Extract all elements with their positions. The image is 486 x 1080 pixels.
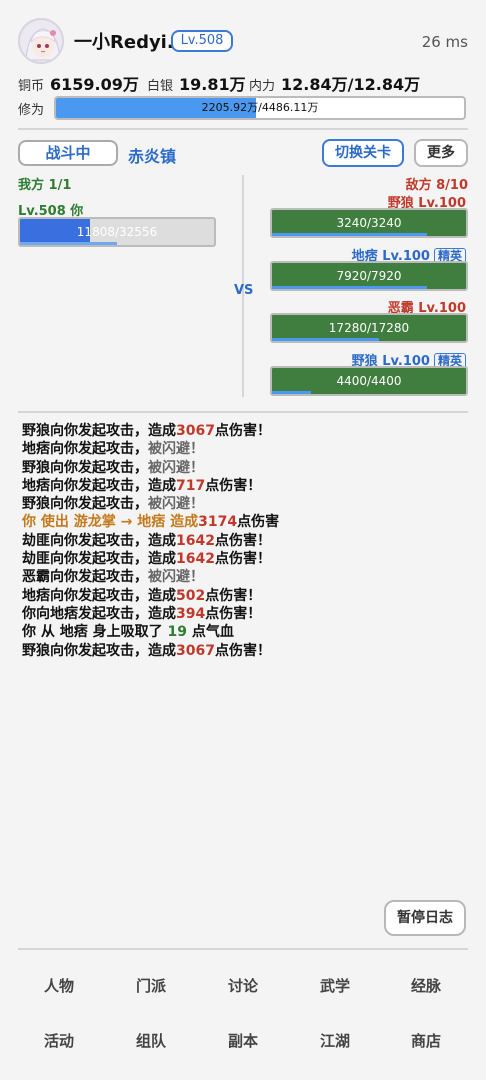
avatar[interactable]: [18, 18, 64, 64]
log-line: 劫匪向你发起攻击，造成1642点伤害！: [22, 550, 462, 568]
ally-hp-text: 11808/32556: [76, 225, 158, 239]
log-segment: 恶霸向你发起攻击，: [22, 569, 148, 586]
log-segment: 点伤害！: [205, 587, 262, 604]
enemy-hp-text: 3240/3240: [336, 216, 402, 230]
log-segment: 点气血: [186, 624, 234, 641]
log-line: 地痞向你发起攻击，造成717点伤害！: [22, 477, 462, 495]
battle-log: 野狼向你发起攻击，造成3067点伤害！ 地痞向你发起攻击，被闪避！ 野狼向你发起攻击…: [22, 422, 462, 660]
vs-label: VS: [234, 283, 254, 298]
log-segment: 被闪避！: [148, 441, 204, 458]
log-line: 地痞向你发起攻击，被闪避！: [22, 440, 462, 458]
switch-stage-button[interactable]: 切换关卡: [322, 139, 404, 167]
header-divider: [18, 128, 468, 130]
log-segment: 地痞向你发起攻击，: [22, 441, 148, 458]
enemy-hp-bar[interactable]: 3240/3240: [270, 208, 468, 238]
cultivation-label: 修为: [18, 103, 45, 118]
enemy-count: 敌方 8/10: [405, 178, 468, 193]
log-segment: 点伤害！: [214, 532, 271, 549]
log-segment: 3067: [176, 423, 215, 439]
level-badge: Lv.508: [171, 30, 233, 52]
log-segment: 野狼向你发起攻击，造成: [22, 642, 176, 659]
log-segment: 点伤害: [237, 514, 280, 531]
copper-label: 铜币: [18, 79, 45, 94]
log-line: 你 从 地痞 身上吸取了 19 点气血: [22, 623, 462, 641]
log-segment: 被闪避！: [148, 569, 204, 586]
nav-item-row1-2[interactable]: 讨论: [203, 975, 283, 996]
log-segment: 点伤害！: [214, 423, 271, 439]
log-line: 你 使出 游龙掌 → 地痞 造成3174点伤害: [22, 513, 462, 531]
log-segment: 1642: [176, 532, 215, 549]
log-segment: 394: [176, 605, 206, 622]
enemy-hp-text: 17280/17280: [328, 321, 410, 335]
log-segment: 1642: [176, 551, 215, 568]
log-segment: 野狼向你发起攻击，造成: [22, 423, 176, 439]
nav-item-row2-0[interactable]: 活动: [19, 1030, 99, 1051]
log-segment: 被闪避！: [148, 459, 204, 476]
latency-indicator: 26 ms: [421, 33, 468, 51]
log-line: 劫匪向你发起攻击，造成1642点伤害！: [22, 532, 462, 550]
pause-log-button[interactable]: 暂停日志: [384, 900, 466, 936]
log-segment: 你 使出 游龙掌 → 地痞 造成: [22, 514, 199, 531]
copper-value: 6159.09万: [50, 75, 139, 94]
enemy-hp-bar[interactable]: 17280/17280: [270, 313, 468, 343]
battle-status-button[interactable]: 战斗中: [18, 140, 118, 166]
nav-item-row1-1[interactable]: 门派: [111, 975, 191, 996]
cultivation-bar: 2205.92万/4486.11万: [54, 96, 466, 120]
enemy-hp-text: 7920/7920: [336, 269, 402, 283]
log-segment: 劫匪向你发起攻击，造成: [22, 551, 176, 568]
log-segment: 地痞向你发起攻击，造成: [22, 477, 176, 494]
silver-value: 19.81万: [179, 75, 246, 94]
neili-value: 12.84万/12.84万: [281, 75, 421, 94]
log-segment: 点伤害！: [205, 605, 262, 622]
log-line: 野狼向你发起攻击，造成3067点伤害！: [22, 422, 462, 440]
log-segment: 你向地痞发起攻击，造成: [22, 605, 176, 622]
log-line: 地痞向你发起攻击，造成502点伤害！: [22, 587, 462, 605]
log-segment: 点伤害！: [214, 551, 271, 568]
copper-stat: 铜币 6159.09万: [18, 71, 139, 95]
log-segment: 野狼向你发起攻击，: [22, 459, 148, 476]
player-header: 一小Redyi. Lv.508 26 ms 铜币 6159.09万 白银 19.81…: [0, 0, 486, 130]
log-segment: 3067: [176, 642, 215, 659]
battle-divider: [18, 411, 468, 413]
enemy-hp-bar[interactable]: 7920/7920: [270, 261, 468, 291]
log-segment: 717: [176, 477, 206, 494]
neili-stat: 内力 12.84万/12.84万: [249, 71, 420, 95]
log-segment: 劫匪向你发起攻击，造成: [22, 532, 176, 549]
ally-hp-bar: 11808/32556: [18, 217, 216, 247]
nav-item-row2-3[interactable]: 江湖: [295, 1030, 375, 1051]
enemy-hp-text: 4400/4400: [336, 374, 402, 388]
nav-item-row1-3[interactable]: 武学: [295, 975, 375, 996]
nav-item-row2-4[interactable]: 商店: [386, 1030, 466, 1051]
log-segment: 点伤害！: [214, 642, 271, 659]
log-segment: 19: [167, 624, 187, 641]
log-segment: 地痞向你发起攻击，造成: [22, 587, 176, 604]
enemy-hp-bar[interactable]: 4400/4400: [270, 366, 468, 396]
log-segment: 野狼向你发起攻击，: [22, 496, 148, 513]
log-line: 你向地痞发起攻击，造成394点伤害！: [22, 605, 462, 623]
currency-stats: 铜币 6159.09万 白银 19.81万 内力 12.84万/12.84万: [18, 71, 468, 95]
log-line: 恶霸向你发起攻击，被闪避！: [22, 568, 462, 586]
username: 一小Redyi.: [74, 32, 174, 53]
silver-label: 白银: [147, 79, 174, 94]
log-segment: 3174: [198, 514, 238, 531]
log-segment: 你 从 地痞 身上吸取了: [22, 624, 168, 641]
ally-count: 我方 1/1: [18, 178, 72, 193]
more-button[interactable]: 更多: [414, 139, 468, 167]
neili-label: 内力: [249, 79, 276, 94]
cultivation-bar-text: 2205.92万/4486.11万: [201, 101, 319, 114]
silver-stat: 白银 19.81万: [147, 71, 246, 95]
location-label: 赤炎镇: [128, 147, 177, 166]
nav-item-row1-4[interactable]: 经脉: [386, 975, 466, 996]
log-line: 野狼向你发起攻击，被闪避！: [22, 459, 462, 477]
nav-item-row2-1[interactable]: 组队: [111, 1030, 191, 1051]
log-line: 野狼向你发起攻击，被闪避！: [22, 495, 462, 513]
bottom-nav: 人物 门派 讨论 武学 经脉活动 组队 副本 江湖 商店: [0, 950, 486, 1080]
log-segment: 被闪避！: [148, 496, 204, 513]
cultivation-row: 修为 2205.92万/4486.11万: [18, 96, 468, 120]
nav-item-row1-0[interactable]: 人物: [19, 975, 99, 996]
log-segment: 502: [176, 587, 206, 604]
log-segment: 点伤害！: [205, 477, 262, 494]
log-line: 野狼向你发起攻击，造成3067点伤害！: [22, 642, 462, 660]
nav-item-row2-2[interactable]: 副本: [203, 1030, 283, 1051]
